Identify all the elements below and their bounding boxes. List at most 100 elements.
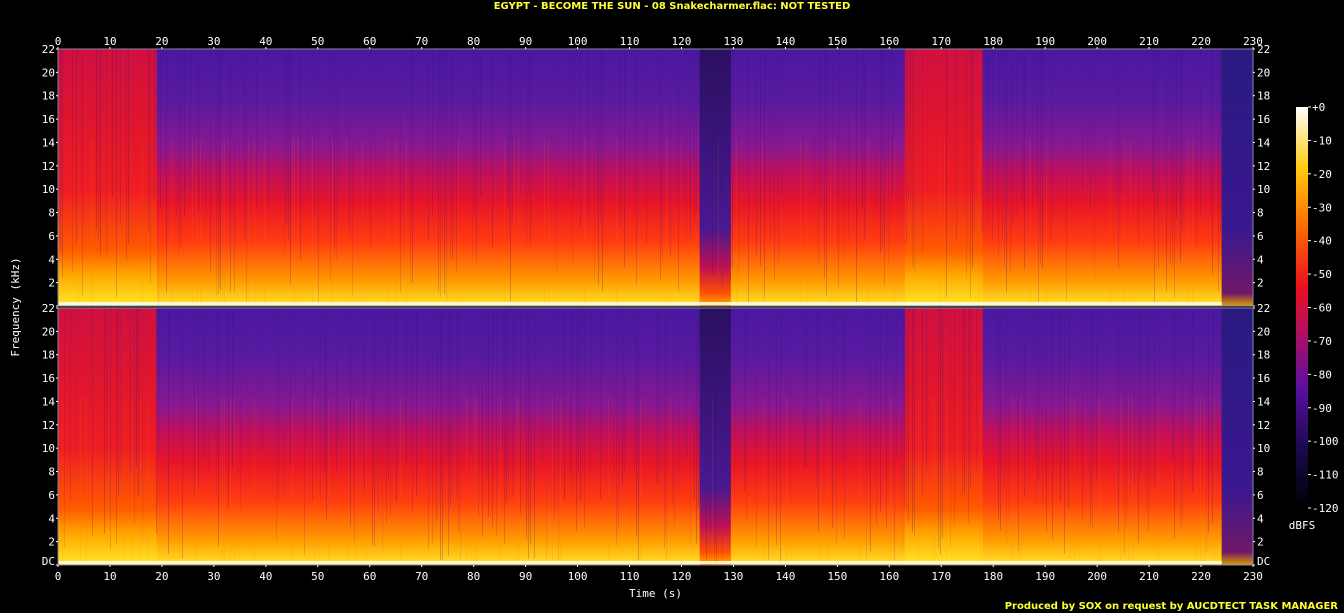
spectrogram-streak [790, 308, 791, 504]
spectrogram-streak [208, 308, 209, 471]
spectrogram-streak [696, 49, 697, 214]
spectrogram-streak [332, 138, 333, 306]
spectrogram-streak [1196, 397, 1197, 565]
spectrogram-streak [86, 397, 87, 565]
spectrogram-streak [826, 49, 827, 296]
spectrogram-streak [518, 397, 519, 565]
spectrogram-streak [678, 49, 679, 292]
colorbar-tick-label: -20 [1312, 168, 1332, 181]
spectrogram-streak [876, 308, 877, 526]
spectrogram-streak [1180, 308, 1181, 530]
y-tick-label: 4 [1257, 253, 1264, 266]
spectrogram-streak [624, 308, 625, 474]
spectrogram-streak [130, 308, 131, 474]
spectrogram-streak [216, 49, 217, 297]
spectrogram-streak [1124, 138, 1125, 306]
spectrogram-streak [288, 49, 289, 240]
spectrogram-streak [572, 308, 573, 495]
spectrogram-streak [970, 49, 971, 298]
spectrogram-streak [534, 308, 535, 559]
spectrogram-streak [986, 49, 987, 200]
spectrogram-streak [96, 49, 97, 229]
spectrogram-streak [1138, 49, 1139, 246]
spectrogram-streak [938, 308, 939, 549]
spectrogram-streak [844, 49, 845, 262]
spectrogram-streak [672, 308, 673, 505]
spectrogram-streak [1176, 49, 1177, 219]
spectrogram-chart: 2 24 46 68 810 1012 1214 1416 1618 1820 2022 22DC DC… [9, 35, 1339, 600]
spectrogram-streak [254, 138, 255, 306]
spectrogram-streak [1110, 138, 1111, 306]
spectrogram-streak [1218, 49, 1219, 292]
spectrogram-streak [914, 308, 915, 537]
x-tick-label: 170 [931, 570, 951, 583]
spectrogram-streak [640, 397, 641, 565]
x-tick-label-top: 90 [519, 35, 532, 48]
x-tick-label: 20 [155, 570, 168, 583]
spectrogram-streak [120, 308, 121, 476]
spectrogram-streak [676, 49, 677, 205]
x-tick-label: 150 [827, 570, 847, 583]
spectrogram-streak [746, 308, 747, 523]
spectrogram-streak [620, 49, 621, 228]
colorbar-tick-label: -30 [1312, 201, 1332, 214]
spectrogram-streak [248, 138, 249, 306]
spectrogram-streak [480, 49, 481, 197]
spectrogram-streak [744, 308, 745, 491]
x-tick-label: 30 [207, 570, 220, 583]
spectrogram-streak [478, 308, 479, 516]
spectrogram-streak [456, 49, 457, 274]
spectrogram-streak [1192, 308, 1193, 493]
y-tick-label: 4 [1257, 512, 1264, 525]
y-tick-label: 18 [1257, 349, 1270, 362]
y-tick-label: 18 [42, 90, 55, 103]
spectrogram-streak [998, 308, 999, 521]
x-tick-label: 10 [103, 570, 116, 583]
spectrogram-streak [184, 49, 185, 218]
spectrogram-streak [1070, 397, 1071, 565]
dc-line [58, 561, 1222, 564]
spectrogram-streak [200, 138, 201, 306]
colorbar-tick-label: -110 [1312, 469, 1339, 482]
spectrogram-streak [998, 49, 999, 257]
spectrogram-streak [62, 49, 63, 278]
spectrogram-streak [730, 308, 731, 510]
spectrogram-streak [712, 397, 713, 565]
spectrogram-streak [496, 308, 497, 537]
spectrogram-streak [446, 308, 447, 465]
spectrogram-streak [528, 49, 529, 196]
spectrogram-streak [474, 49, 475, 220]
spectrogram-streak [470, 308, 471, 455]
x-tick-label-top: 230 [1243, 35, 1263, 48]
y-tick-label: 6 [48, 230, 55, 243]
spectrogram-streak [786, 397, 787, 565]
spectrogram-streak [118, 308, 119, 496]
y-tick-label: 6 [1257, 489, 1264, 502]
spectrogram-streak [1018, 308, 1019, 551]
spectrogram-streak [348, 49, 349, 227]
spectrogram-streak [1036, 308, 1037, 503]
spectrogram-streak [690, 308, 691, 543]
spectrogram-streak [660, 49, 661, 280]
spectrogram-streak [888, 49, 889, 264]
spectrogram-streak [254, 397, 255, 565]
spectrogram-streak [350, 49, 351, 239]
spectrogram-streak [312, 308, 313, 501]
spectrogram-streak [416, 308, 417, 495]
spectrogram-streak [946, 49, 947, 298]
spectrogram-streak [138, 308, 139, 497]
spectrogram-streak [1024, 308, 1025, 498]
spectrogram-streak [440, 49, 441, 297]
y-tick-label: 8 [1257, 207, 1264, 220]
spectrogram-streak [866, 308, 867, 563]
spectrogram-streak [736, 138, 737, 306]
spectrogram-streak [284, 308, 285, 496]
spectrogram-streak [678, 308, 679, 490]
spectrogram-streak [890, 397, 891, 565]
spectrogram-streak [832, 308, 833, 528]
spectrogram-streak [268, 49, 269, 210]
spectrogram-streak [1042, 49, 1043, 269]
spectrogram-streak [362, 138, 363, 306]
spectrogram-streak [830, 138, 831, 306]
spectrogram-streak [720, 49, 721, 195]
